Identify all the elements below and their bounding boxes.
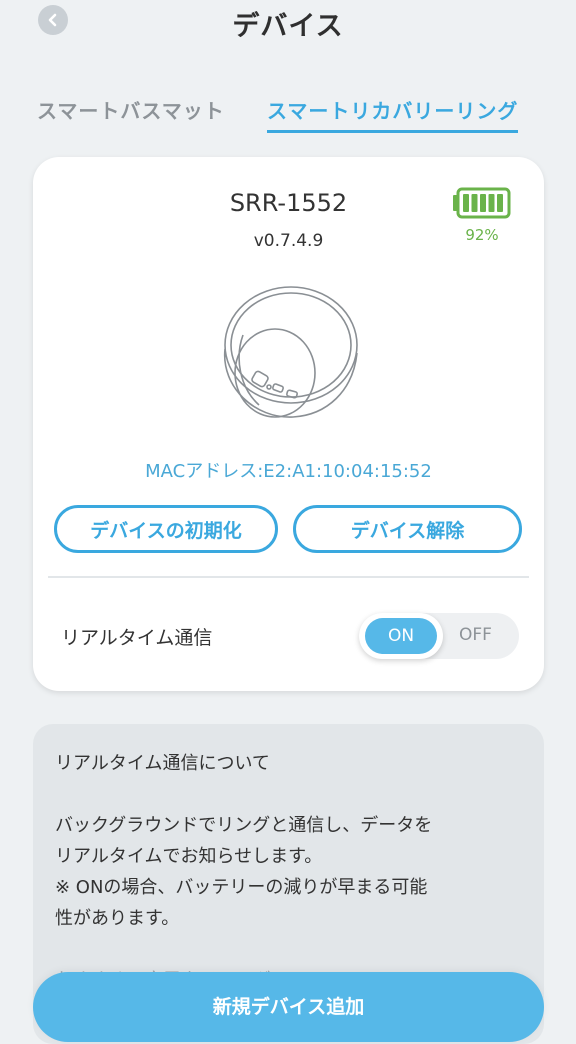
toggle-off-option[interactable]: OFF [459,625,492,645]
device-initialize-button[interactable]: デバイスの初期化 [54,505,278,553]
info-text: リアルタイム通信について バックグラウンドでリングと通信し、データを リアルタイ… [55,748,525,996]
mac-address: MACアドレス:E2:A1:10:04:15:52 [145,461,432,482]
toggle-on-label: ON [365,618,437,654]
page-title: デバイス [232,11,344,42]
info-line: ※ ONの場合、バッテリーの減りが早まる可能 [55,877,428,898]
info-title: リアルタイム通信について [55,753,270,774]
tab-smart-recovery-ring[interactable]: スマートリカバリーリング [267,95,519,133]
realtime-communication-label: リアルタイム通信 [61,627,213,649]
toggle-on-option[interactable]: ON [359,613,443,659]
battery-percent: 92% [465,226,499,244]
tab-bar: スマートバスマット スマートリカバリーリング [0,92,576,133]
add-new-device-button[interactable]: 新規デバイス追加 [33,972,544,1042]
device-card: SRR-1552 v0.7.4.9 92% MACアドレス:E2:A1:10:0… [33,157,544,691]
info-line: バックグラウンドでリングと通信し、データを [55,815,433,836]
info-line: リアルタイムでお知らせします。 [55,846,323,867]
device-release-button[interactable]: デバイス解除 [293,505,522,553]
realtime-toggle[interactable]: ON OFF [359,613,519,659]
divider [48,576,529,578]
tab-smart-bath-mat[interactable]: スマートバスマット [37,95,225,124]
battery-indicator: 92% [452,187,512,244]
ring-image [223,286,358,418]
info-line: 性があります。 [55,908,180,929]
battery-icon [453,187,511,219]
